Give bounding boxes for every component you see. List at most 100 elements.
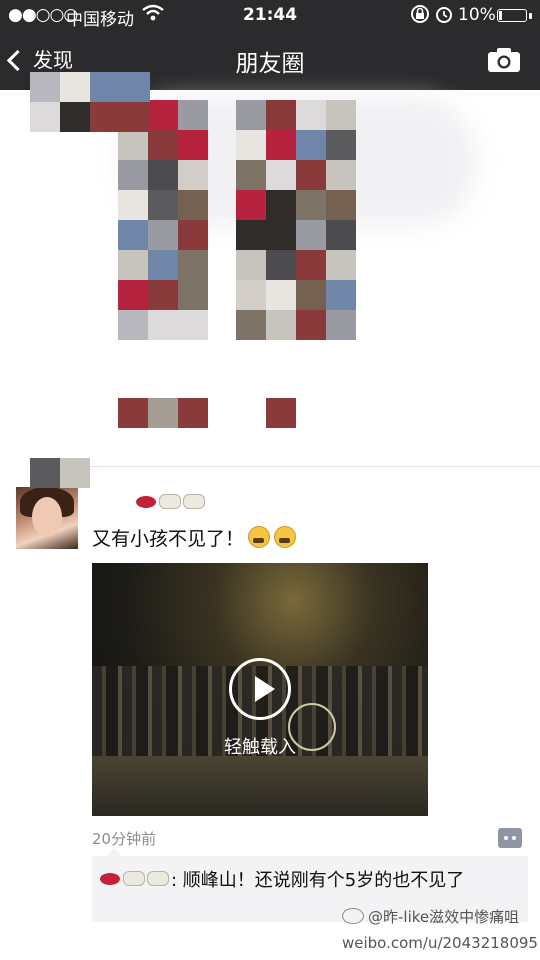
mosaic-tile xyxy=(266,280,296,310)
mosaic-tile xyxy=(178,100,208,130)
status-bar: ●●○○○ 中国移动 21:44 10% xyxy=(0,0,540,30)
video-player[interactable]: 轻触载入 xyxy=(92,563,428,816)
mosaic-tile xyxy=(178,398,208,428)
mosaic-tile xyxy=(326,130,356,160)
post-timestamp: 20分钟前 xyxy=(92,830,157,848)
mosaic-tile xyxy=(236,280,266,310)
mosaic-tile xyxy=(120,102,150,132)
mosaic-tile xyxy=(296,280,326,310)
divider xyxy=(90,466,540,467)
mosaic-tile xyxy=(236,310,266,340)
mosaic-tile xyxy=(266,160,296,190)
battery-percent: 10% xyxy=(458,5,496,25)
mosaic-tile xyxy=(118,398,148,428)
watermark-url: weibo.com/u/2043218095 xyxy=(342,934,538,952)
mosaic-tile xyxy=(296,220,326,250)
avatar[interactable] xyxy=(16,487,78,549)
mosaic-tile xyxy=(178,250,208,280)
mosaic-tile xyxy=(326,280,356,310)
mosaic-tile xyxy=(30,458,60,488)
mosaic-tile xyxy=(60,102,90,132)
sheep-emoji-icon xyxy=(123,871,145,886)
comment-item: : 顺峰山！还说刚有个5岁的也不见了 xyxy=(100,868,520,894)
mosaic-tile xyxy=(236,250,266,280)
mosaic-tile xyxy=(118,310,148,340)
mosaic-tile xyxy=(60,72,90,102)
mosaic-tile xyxy=(148,310,178,340)
scared-emoji-icon xyxy=(248,526,271,548)
lock-rotation-icon xyxy=(410,3,430,30)
play-icon[interactable] xyxy=(229,658,291,720)
mosaic-tile xyxy=(118,160,148,190)
mosaic-tile xyxy=(178,160,208,190)
mosaic-tile xyxy=(266,100,296,130)
mosaic-tile xyxy=(266,250,296,280)
mosaic-tile xyxy=(118,220,148,250)
mosaic-tile xyxy=(236,160,266,190)
sheep-emoji-icon xyxy=(183,494,205,509)
mosaic-tile xyxy=(148,100,178,130)
mosaic-tile xyxy=(30,72,60,102)
mosaic-tile xyxy=(296,310,326,340)
mosaic-tile xyxy=(148,250,178,280)
mosaic-tile xyxy=(236,130,266,160)
mosaic-tile xyxy=(236,220,266,250)
avatar-face xyxy=(32,497,62,537)
alarm-icon xyxy=(434,3,454,30)
mosaic-tile xyxy=(90,72,120,102)
sheep-emoji-icon xyxy=(147,871,169,886)
scared-emoji-icon xyxy=(274,526,297,548)
mosaic-tile xyxy=(326,310,356,340)
sheep-emoji-icon xyxy=(159,494,181,509)
mosaic-tile xyxy=(118,130,148,160)
mosaic-tile xyxy=(236,100,266,130)
mosaic-tile xyxy=(326,220,356,250)
mosaic-tile xyxy=(148,280,178,310)
mosaic-tile xyxy=(266,310,296,340)
lips-emoji-icon xyxy=(100,873,120,885)
mosaic-tile xyxy=(296,130,326,160)
comment-icon[interactable] xyxy=(498,828,522,848)
battery-icon xyxy=(497,9,527,22)
mosaic-tile xyxy=(326,250,356,280)
mosaic-tile xyxy=(266,220,296,250)
mosaic-tile xyxy=(118,250,148,280)
video-load-label: 轻触载入 xyxy=(224,737,296,758)
weibo-icon xyxy=(342,908,364,924)
user-name[interactable] xyxy=(136,490,207,514)
mosaic-tile xyxy=(60,458,90,488)
post-text-content: 又有小孩不见了！ xyxy=(92,528,245,550)
watermark-name: @昨-like滋效中惨痛咀 xyxy=(368,908,520,926)
mosaic-tile xyxy=(148,398,178,428)
mosaic-tile xyxy=(178,190,208,220)
play-triangle xyxy=(255,676,275,702)
lips-emoji-icon xyxy=(136,496,156,508)
mosaic-tile xyxy=(148,190,178,220)
mosaic-tile xyxy=(178,310,208,340)
mosaic-tile xyxy=(148,130,178,160)
mosaic-tile xyxy=(236,190,266,220)
mosaic-tile xyxy=(296,190,326,220)
mosaic-tile xyxy=(148,160,178,190)
mosaic-tile xyxy=(90,102,120,132)
mosaic-tile xyxy=(118,280,148,310)
mosaic-tile xyxy=(296,160,326,190)
mosaic-tile xyxy=(296,100,326,130)
camera-icon[interactable] xyxy=(486,46,522,74)
mosaic-tile xyxy=(296,250,326,280)
mosaic-tile xyxy=(326,100,356,130)
mosaic-tile xyxy=(120,72,150,102)
mosaic-tile xyxy=(266,130,296,160)
mosaic-tile xyxy=(326,190,356,220)
mosaic-tile xyxy=(178,280,208,310)
video-ground xyxy=(92,756,428,816)
battery-tip xyxy=(529,13,532,19)
comment-author[interactable] xyxy=(100,870,171,891)
mosaic-tile xyxy=(118,190,148,220)
comment-text: : 顺峰山！还说刚有个5岁的也不见了 xyxy=(171,870,465,891)
mosaic-tile xyxy=(326,160,356,190)
mosaic-tile xyxy=(178,220,208,250)
mosaic-tile xyxy=(266,398,296,428)
post-text: 又有小孩不见了！ xyxy=(92,524,297,551)
mosaic-tile xyxy=(148,220,178,250)
